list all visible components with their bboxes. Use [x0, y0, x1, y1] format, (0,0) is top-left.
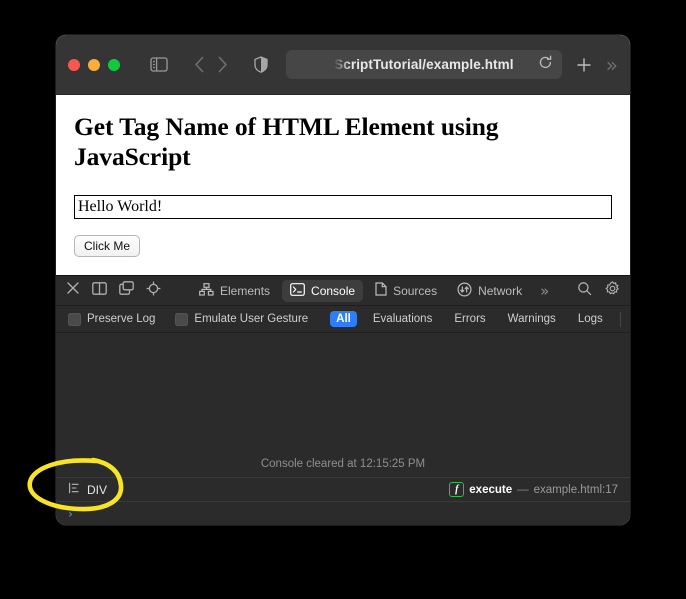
- network-icon: [457, 281, 472, 300]
- back-icon[interactable]: [194, 56, 205, 73]
- inspect-element-icon[interactable]: [146, 281, 161, 301]
- dock-bottom-icon[interactable]: [92, 281, 107, 300]
- reload-icon[interactable]: [538, 55, 553, 75]
- console-level-filters: All Evaluations Errors Warnings Logs: [330, 311, 609, 327]
- close-icon[interactable]: [66, 281, 80, 300]
- output-div-text: Hello World!: [78, 198, 163, 215]
- devtools-tabbar: Elements Console Sources Network »: [56, 276, 630, 306]
- emulate-user-gesture-checkbox[interactable]: Emulate User Gesture: [175, 312, 309, 326]
- click-me-button[interactable]: Click Me: [74, 235, 141, 257]
- log-source-separator: —: [517, 483, 529, 496]
- function-badge-icon: f: [449, 482, 465, 497]
- elements-icon: [199, 282, 214, 299]
- devtools-tabbar-actions: [577, 280, 620, 301]
- browser-window: ScriptTutorial/example.html » Get Tag Na…: [56, 35, 630, 525]
- devtools-panel: Elements Console Sources Network » Prese…: [56, 275, 630, 525]
- dock-window-icon[interactable]: [119, 281, 134, 300]
- tab-console[interactable]: Console: [282, 279, 364, 302]
- forward-icon[interactable]: [217, 56, 228, 73]
- prompt-caret-icon: ›: [68, 507, 73, 521]
- browser-overflow-icon[interactable]: »: [606, 55, 618, 75]
- sidebar-toggle-icon[interactable]: [150, 57, 168, 72]
- devtools-dock-controls: [66, 281, 161, 301]
- url-text: ScriptTutorial/example.html: [334, 57, 514, 72]
- tab-elements-label: Elements: [220, 283, 271, 298]
- tab-network-label: Network: [478, 283, 523, 298]
- search-icon[interactable]: [577, 281, 592, 301]
- filter-evaluations[interactable]: Evaluations: [367, 311, 438, 327]
- traffic-lights: [68, 58, 120, 71]
- new-tab-icon[interactable]: [576, 57, 592, 73]
- sources-icon: [375, 282, 387, 299]
- console-filter-bar: Preserve Log Emulate User Gesture All Ev…: [56, 306, 630, 333]
- console-cleared-message: Console cleared at 12:15:25 PM: [260, 458, 426, 470]
- page-title: Get Tag Name of HTML Element using JavaS…: [74, 112, 499, 171]
- filter-all[interactable]: All: [330, 311, 357, 327]
- minimize-window-button[interactable]: [88, 58, 100, 71]
- filter-logs[interactable]: Logs: [572, 311, 609, 327]
- emulate-user-gesture-label: Emulate User Gesture: [194, 313, 309, 325]
- devtools-tabs: Elements Console Sources Network »: [191, 279, 549, 303]
- checkbox-icon: [68, 312, 81, 326]
- shield-icon[interactable]: [254, 56, 268, 73]
- tabs-overflow-icon[interactable]: »: [540, 282, 549, 300]
- tab-elements[interactable]: Elements: [191, 280, 278, 302]
- filter-errors[interactable]: Errors: [448, 311, 491, 327]
- console-output[interactable]: Console cleared at 12:15:25 PM DIV f exe…: [56, 333, 630, 525]
- log-source-function: execute: [469, 483, 513, 496]
- log-entry-icon: [68, 481, 80, 499]
- divider: [619, 311, 621, 327]
- tab-sources[interactable]: Sources: [367, 279, 445, 302]
- page-content: Get Tag Name of HTML Element using JavaS…: [56, 95, 630, 275]
- console-prompt[interactable]: ›: [56, 502, 630, 525]
- checkbox-icon: [175, 312, 189, 326]
- console-log-row[interactable]: DIV f execute — example.html:17: [56, 477, 630, 502]
- tab-sources-label: Sources: [393, 283, 438, 298]
- tab-console-label: Console: [311, 283, 356, 298]
- log-source-file[interactable]: example.html:17: [534, 484, 618, 496]
- console-log-source[interactable]: f execute — example.html:17: [449, 482, 618, 497]
- preserve-log-label: Preserve Log: [87, 313, 156, 325]
- tab-network[interactable]: Network: [449, 279, 530, 303]
- close-window-button[interactable]: [68, 58, 80, 71]
- preserve-log-checkbox[interactable]: Preserve Log: [68, 312, 156, 326]
- gear-icon[interactable]: [605, 280, 620, 301]
- url-bar[interactable]: ScriptTutorial/example.html: [286, 50, 562, 79]
- console-icon: [290, 282, 305, 299]
- console-filter-actions: [609, 310, 630, 328]
- filter-warnings[interactable]: Warnings: [502, 311, 562, 327]
- console-log-value: DIV: [87, 482, 108, 497]
- output-div[interactable]: Hello World!: [74, 195, 612, 219]
- maximize-window-button[interactable]: [108, 58, 120, 71]
- browser-toolbar: ScriptTutorial/example.html »: [56, 35, 630, 95]
